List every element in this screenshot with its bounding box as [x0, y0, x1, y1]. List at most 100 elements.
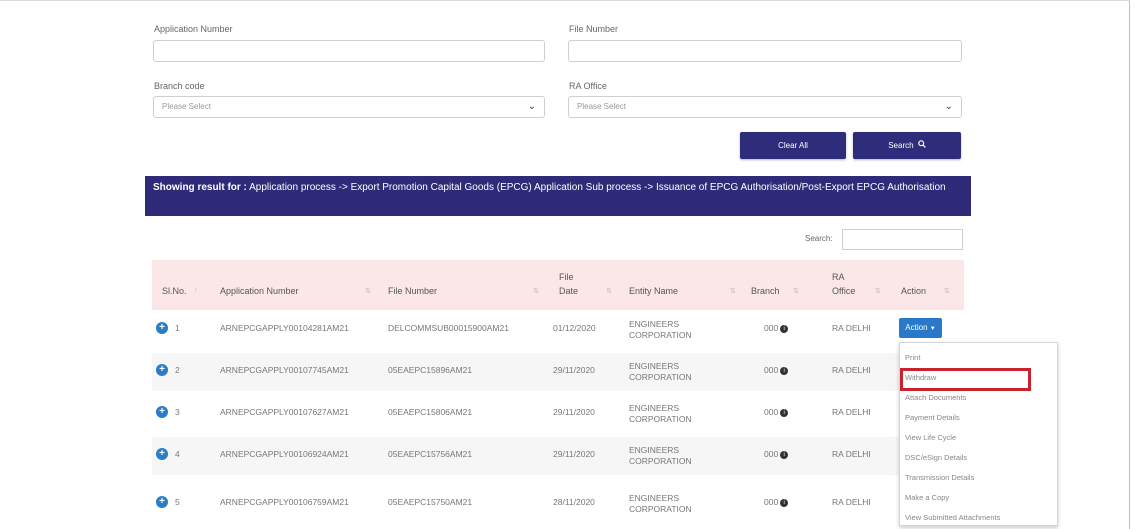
header-application-number[interactable]: Application Number	[220, 286, 299, 296]
cell-ra-office: RA DELHI	[832, 365, 871, 375]
sort-icon[interactable]: ⇅	[875, 287, 881, 295]
ra-office-select[interactable]: Please Select ⌄	[568, 96, 962, 118]
banner-text: Application process -> Export Promotion …	[249, 182, 946, 193]
cell-application-number: ARNEPCGAPPLY00107627AM21	[220, 407, 349, 417]
cell-ra-office: RA DELHI	[832, 497, 871, 507]
menu-item-view-submitted-attachments[interactable]: View Submitted Attachments	[905, 513, 1000, 522]
header-entity-name[interactable]: Entity Name	[629, 286, 678, 296]
cell-branch: 000 i	[764, 449, 789, 459]
sort-icon[interactable]: ⇅	[793, 287, 799, 295]
cell-entity-name-line2: CORPORATION	[629, 456, 692, 466]
cell-entity-name-line2: CORPORATION	[629, 414, 692, 424]
application-number-label: Application Number	[154, 24, 233, 34]
cell-slno: 1	[175, 323, 180, 333]
cell-entity-name-line1: ENGINEERS	[629, 493, 680, 503]
menu-item-payment-details[interactable]: Payment Details	[905, 413, 960, 422]
sort-icon[interactable]: ⇅	[730, 287, 736, 295]
header-action[interactable]: Action	[901, 286, 926, 296]
application-number-input[interactable]	[153, 40, 545, 62]
ra-office-value: Please Select	[577, 102, 626, 111]
action-button[interactable]: Action ▼	[899, 318, 942, 338]
table-row: + 3 ARNEPCGAPPLY00107627AM21 05EAEPC1580…	[152, 395, 964, 433]
branch-code-label: Branch code	[154, 81, 205, 91]
expand-row-icon[interactable]: +	[156, 364, 168, 376]
info-icon[interactable]: i	[780, 450, 789, 459]
info-icon[interactable]: i	[780, 498, 789, 507]
menu-item-attach-documents[interactable]: Attach Documents	[905, 393, 966, 402]
cell-application-number: ARNEPCGAPPLY00107745AM21	[220, 365, 349, 375]
header-branch[interactable]: Branch	[751, 286, 780, 296]
result-banner: Showing result for : Application process…	[145, 176, 971, 216]
info-icon[interactable]: i	[780, 366, 789, 375]
sort-up-icon[interactable]: ↑	[194, 287, 198, 294]
cell-entity-name-line1: ENGINEERS	[629, 445, 680, 455]
search-button-label: Search	[888, 141, 914, 150]
cell-ra-office: RA DELHI	[832, 449, 871, 459]
branch-code-value: Please Select	[162, 102, 211, 111]
clear-all-button[interactable]: Clear All	[740, 132, 846, 159]
menu-item-dsc-esign-details[interactable]: DSC/eSign Details	[905, 453, 967, 462]
cell-entity-name-line2: CORPORATION	[629, 372, 692, 382]
cell-entity-name-line1: ENGINEERS	[629, 403, 680, 413]
cell-file-date: 28/11/2020	[553, 497, 595, 507]
table-search-input[interactable]	[842, 229, 963, 250]
table-header: Sl.No. ↑ Application Number ⇅ File Numbe…	[152, 260, 964, 310]
branch-code-select[interactable]: Please Select ⌄	[153, 96, 545, 118]
file-number-input[interactable]	[568, 40, 962, 62]
cell-slno: 4	[175, 449, 180, 459]
table-row: + 2 ARNEPCGAPPLY00107745AM21 05EAEPC1589…	[152, 353, 964, 391]
sort-icon[interactable]: ⇅	[944, 287, 950, 295]
chevron-down-icon: ⌄	[944, 101, 953, 112]
cell-file-number: DELCOMMSUB00015900AM21	[388, 323, 509, 333]
cell-entity-name-line1: ENGINEERS	[629, 361, 680, 371]
caret-down-icon: ▼	[929, 326, 936, 332]
expand-row-icon[interactable]: +	[156, 322, 168, 334]
menu-item-print[interactable]: Print	[905, 353, 920, 362]
cell-file-number: 05EAEPC15896AM21	[388, 365, 473, 375]
expand-row-icon[interactable]: +	[156, 496, 168, 508]
cell-file-number: 05EAEPC15750AM21	[388, 497, 473, 507]
cell-ra-office: RA DELHI	[832, 323, 871, 333]
header-ra-office-line1[interactable]: RA	[832, 272, 845, 282]
cell-branch-value: 000	[764, 407, 779, 417]
clear-all-label: Clear All	[778, 141, 808, 150]
info-icon[interactable]: i	[780, 408, 789, 417]
menu-item-transmission-details[interactable]: Transmission Details	[905, 473, 974, 482]
cell-file-date: 29/11/2020	[553, 407, 595, 417]
cell-file-number: 05EAEPC15806AM21	[388, 407, 473, 417]
search-icon	[917, 132, 926, 159]
expand-row-icon[interactable]: +	[156, 448, 168, 460]
header-file-date-line2[interactable]: Date	[559, 286, 578, 296]
cell-entity-name-line2: CORPORATION	[629, 330, 692, 340]
sort-icon[interactable]: ⇅	[533, 287, 539, 295]
header-ra-office-line2[interactable]: Office	[832, 286, 855, 296]
banner-prefix: Showing result for :	[153, 182, 247, 193]
header-slno[interactable]: Sl.No.	[162, 286, 187, 296]
info-icon[interactable]: i	[780, 324, 789, 333]
cell-branch-value: 000	[764, 323, 779, 333]
cell-application-number: ARNEPCGAPPLY00106924AM21	[220, 449, 349, 459]
cell-application-number: ARNEPCGAPPLY00106759AM21	[220, 497, 349, 507]
search-button[interactable]: Search	[853, 132, 961, 159]
cell-branch-value: 000	[764, 449, 779, 459]
cell-file-date: 29/11/2020	[553, 449, 595, 459]
sort-icon[interactable]: ⇅	[606, 287, 612, 295]
cell-slno: 3	[175, 407, 180, 417]
header-file-number[interactable]: File Number	[388, 286, 437, 296]
menu-item-view-life-cycle[interactable]: View Life Cycle	[905, 433, 956, 442]
withdraw-highlight-box	[900, 368, 1031, 391]
cell-slno: 2	[175, 365, 180, 375]
cell-branch-value: 000	[764, 365, 779, 375]
expand-row-icon[interactable]: +	[156, 406, 168, 418]
cell-entity-name-line1: ENGINEERS	[629, 319, 680, 329]
cell-ra-office: RA DELHI	[832, 407, 871, 417]
sort-icon[interactable]: ⇅	[365, 287, 371, 295]
action-button-label: Action	[905, 323, 928, 332]
chevron-down-icon: ⌄	[527, 101, 536, 112]
cell-branch: 000 i	[764, 365, 789, 375]
cell-branch: 000 i	[764, 497, 789, 507]
cell-application-number: ARNEPCGAPPLY00104281AM21	[220, 323, 349, 333]
cell-file-number: 05EAEPC15756AM21	[388, 449, 473, 459]
header-file-date-line1[interactable]: File	[559, 272, 574, 282]
menu-item-make-a-copy[interactable]: Make a Copy	[905, 493, 949, 502]
